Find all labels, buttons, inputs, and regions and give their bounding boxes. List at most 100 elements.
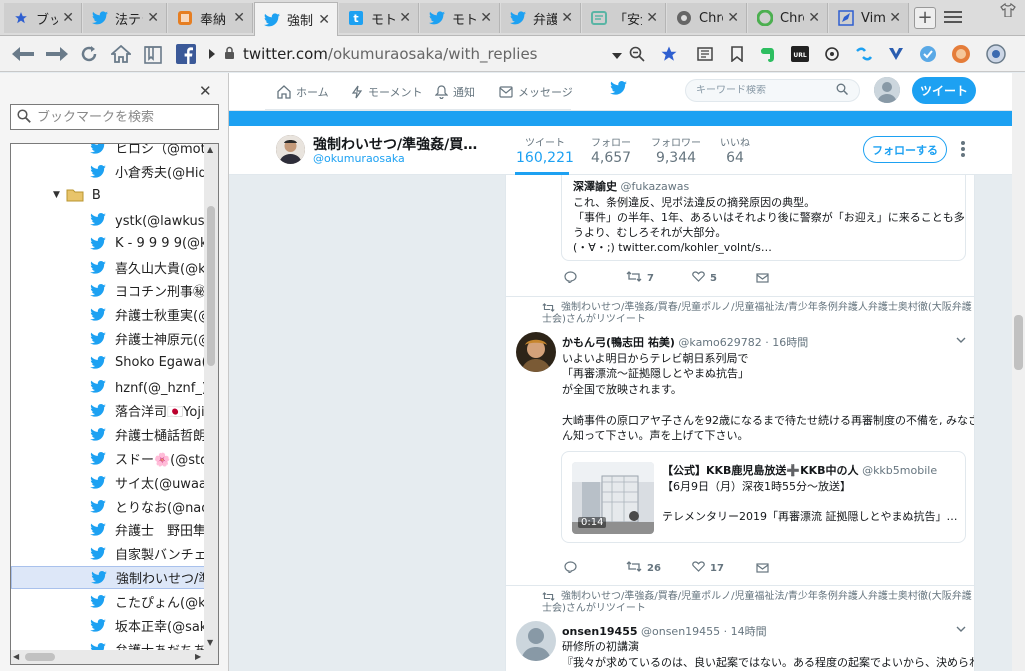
tab-item[interactable]: 法テラ ✕	[83, 3, 167, 33]
tweet-author-avatar[interactable]	[516, 332, 556, 372]
stat-likes[interactable]: いいね 64	[720, 134, 750, 166]
bookmark-star-icon[interactable]	[660, 42, 678, 66]
bookmark-item[interactable]: 小倉秀夫(@Hid	[11, 160, 205, 183]
close-icon[interactable]: ✕	[727, 10, 739, 26]
bookmark-item[interactable]: ystk(@lawkus)さ	[11, 208, 205, 231]
scroll-left-arrow-icon[interactable]: ◀	[13, 652, 19, 661]
url-text[interactable]: twitter.com/okumuraosaka/with_replies	[243, 45, 538, 63]
follow-button[interactable]: フォローする	[863, 136, 947, 163]
bookmark-horizontal-scrollbar[interactable]: ◀ ▶	[11, 650, 218, 664]
tweet-author-handle[interactable]: @kamo629782	[678, 336, 761, 349]
scroll-down-arrow-icon[interactable]: ▼	[207, 638, 213, 647]
retweet-button[interactable]: 26	[626, 561, 661, 575]
twitter-search-input[interactable]	[696, 85, 836, 96]
page-vertical-scrollbar[interactable]	[1012, 73, 1025, 671]
nav-home[interactable]: ホーム	[277, 82, 329, 102]
close-icon[interactable]: ✕	[147, 10, 159, 26]
tab-item[interactable]: 「安全 ✕	[582, 3, 666, 33]
url-dropdown-icon[interactable]	[610, 44, 624, 68]
close-icon[interactable]: ✕	[889, 10, 901, 26]
nav-moments[interactable]: モーメント	[351, 82, 423, 102]
scrollbar-thumb[interactable]	[207, 206, 215, 366]
bookmark-item[interactable]: K - 9 9 9 9(@k99	[11, 232, 205, 255]
retweet-button[interactable]: 7	[626, 271, 654, 285]
fox-icon[interactable]	[950, 42, 972, 66]
scrollbar-thumb[interactable]	[25, 653, 55, 661]
settings-gear-icon[interactable]	[984, 42, 1008, 66]
reply-button[interactable]	[564, 561, 577, 576]
bookmark-item[interactable]: 強制わいせつ/準	[11, 566, 205, 590]
bookmark-item[interactable]: サイ太(@uwaaa	[11, 471, 205, 494]
shirt-icon[interactable]	[1000, 2, 1016, 21]
tab-item[interactable]: Vimi ✕	[829, 3, 909, 33]
close-icon[interactable]: ✕	[646, 10, 658, 26]
bookmark-search-box[interactable]	[10, 104, 219, 130]
tweet-author-avatar[interactable]	[516, 621, 556, 661]
bookmark-item[interactable]: ヒロシ（@moto	[11, 144, 205, 159]
close-icon[interactable]: ✕	[199, 82, 212, 100]
stat-tweets[interactable]: ツイート 160,221	[516, 134, 574, 166]
bookmark-item[interactable]: hznf(@_hznf_)さ	[11, 375, 205, 398]
profile-avatar[interactable]	[276, 135, 305, 164]
bookmark-item[interactable]: 弁護士 野田隼	[11, 518, 205, 541]
bookmark-item[interactable]: ヨコチン刑事㊙実	[11, 279, 205, 302]
bookmark-item[interactable]: 弁護士樋話哲朗	[11, 423, 205, 446]
tab-item[interactable]: 弁護 ✕	[501, 3, 581, 33]
bookmark-manager-icon[interactable]	[142, 42, 164, 66]
home-button[interactable]	[110, 42, 132, 66]
sync-icon[interactable]	[854, 42, 874, 66]
bookmark-item[interactable]: スドー🌸(@stda	[11, 447, 205, 470]
tab-item[interactable]: モト ✕	[420, 3, 500, 33]
search-icon[interactable]	[836, 83, 849, 98]
tweet-author-name[interactable]: かもん弓(鴨志田 祐美)	[562, 336, 675, 349]
scroll-up-arrow-icon[interactable]: ▲	[207, 145, 213, 154]
close-icon[interactable]: ✕	[62, 10, 74, 26]
close-icon[interactable]: ✕	[318, 12, 330, 28]
more-options-icon[interactable]	[961, 139, 967, 159]
move-icon[interactable]	[822, 42, 842, 66]
reader-icon[interactable]	[696, 42, 714, 66]
facebook-icon[interactable]	[174, 42, 198, 66]
profile-name[interactable]: 強制わいせつ/準強姦/買…	[313, 134, 477, 154]
new-tab-button[interactable]: +	[914, 7, 936, 29]
v-icon[interactable]	[886, 42, 906, 66]
quoted-tweet-card[interactable]: 0:14 【公式】KKB鹿児島放送➕KKB中の人 @kkb5mobile 【6月…	[561, 451, 966, 543]
bookmark-item[interactable]: 落合洋司🇯🇵Yoji	[11, 399, 205, 422]
tab-item[interactable]: t モト ✕	[339, 3, 419, 33]
bookmark-ribbon-icon[interactable]	[728, 42, 746, 66]
tab-item[interactable]: Chro ✕	[748, 3, 828, 33]
direct-message-button[interactable]	[756, 562, 769, 576]
overflow-chevron-icon[interactable]	[206, 42, 218, 66]
user-avatar[interactable]	[874, 77, 900, 103]
folder-expand-arrow-icon[interactable]: ▼	[53, 190, 60, 200]
stat-following[interactable]: フォロー 4,657	[591, 134, 631, 166]
video-thumbnail[interactable]: 0:14	[572, 462, 654, 534]
chevron-down-icon[interactable]	[956, 335, 966, 346]
quoted-tweet-card[interactable]: 深澤諭史 @fukazawas これ、条例違反、児ポ法違反の摘発原因の典型。 「…	[561, 175, 966, 261]
close-icon[interactable]: ✕	[561, 10, 573, 26]
direct-message-button[interactable]	[756, 272, 769, 286]
twitter-logo-icon[interactable]	[610, 81, 627, 98]
tweet-author-name[interactable]: onsen19455	[562, 625, 638, 638]
like-button[interactable]: 17	[692, 561, 724, 575]
tab-item[interactable]: 奉納 ✕	[168, 3, 253, 33]
nav-notifications[interactable]: 通知	[435, 82, 475, 102]
check-icon[interactable]	[918, 42, 938, 66]
like-button[interactable]: 5	[692, 271, 717, 285]
bookmark-item[interactable]: 坂本正幸(@saka	[11, 614, 205, 637]
chevron-down-icon[interactable]	[956, 624, 966, 635]
tab-list-menu-icon[interactable]	[944, 8, 962, 26]
tab-active[interactable]: 強制 ✕	[254, 2, 338, 36]
tab-item[interactable]: Chro ✕	[667, 3, 747, 33]
nav-messages[interactable]: メッセージ	[499, 82, 573, 102]
bookmark-search-input[interactable]	[37, 109, 207, 125]
tweet-time[interactable]: · 16時間	[765, 336, 808, 349]
tweet-author-handle[interactable]: @onsen19455	[641, 625, 720, 638]
stat-followers[interactable]: フォロワー 9,344	[651, 134, 701, 166]
profile-handle[interactable]: @okumuraosaka	[313, 152, 405, 165]
bookmark-vertical-scrollbar[interactable]: ▲ ▼	[204, 144, 218, 651]
twitter-search-box[interactable]	[685, 79, 860, 102]
tweet-time[interactable]: · 14時間	[724, 625, 767, 638]
bookmark-item[interactable]: 弁護士神原元(@	[11, 327, 205, 350]
bookmark-item[interactable]: 弁護士秋重実(@	[11, 303, 205, 326]
